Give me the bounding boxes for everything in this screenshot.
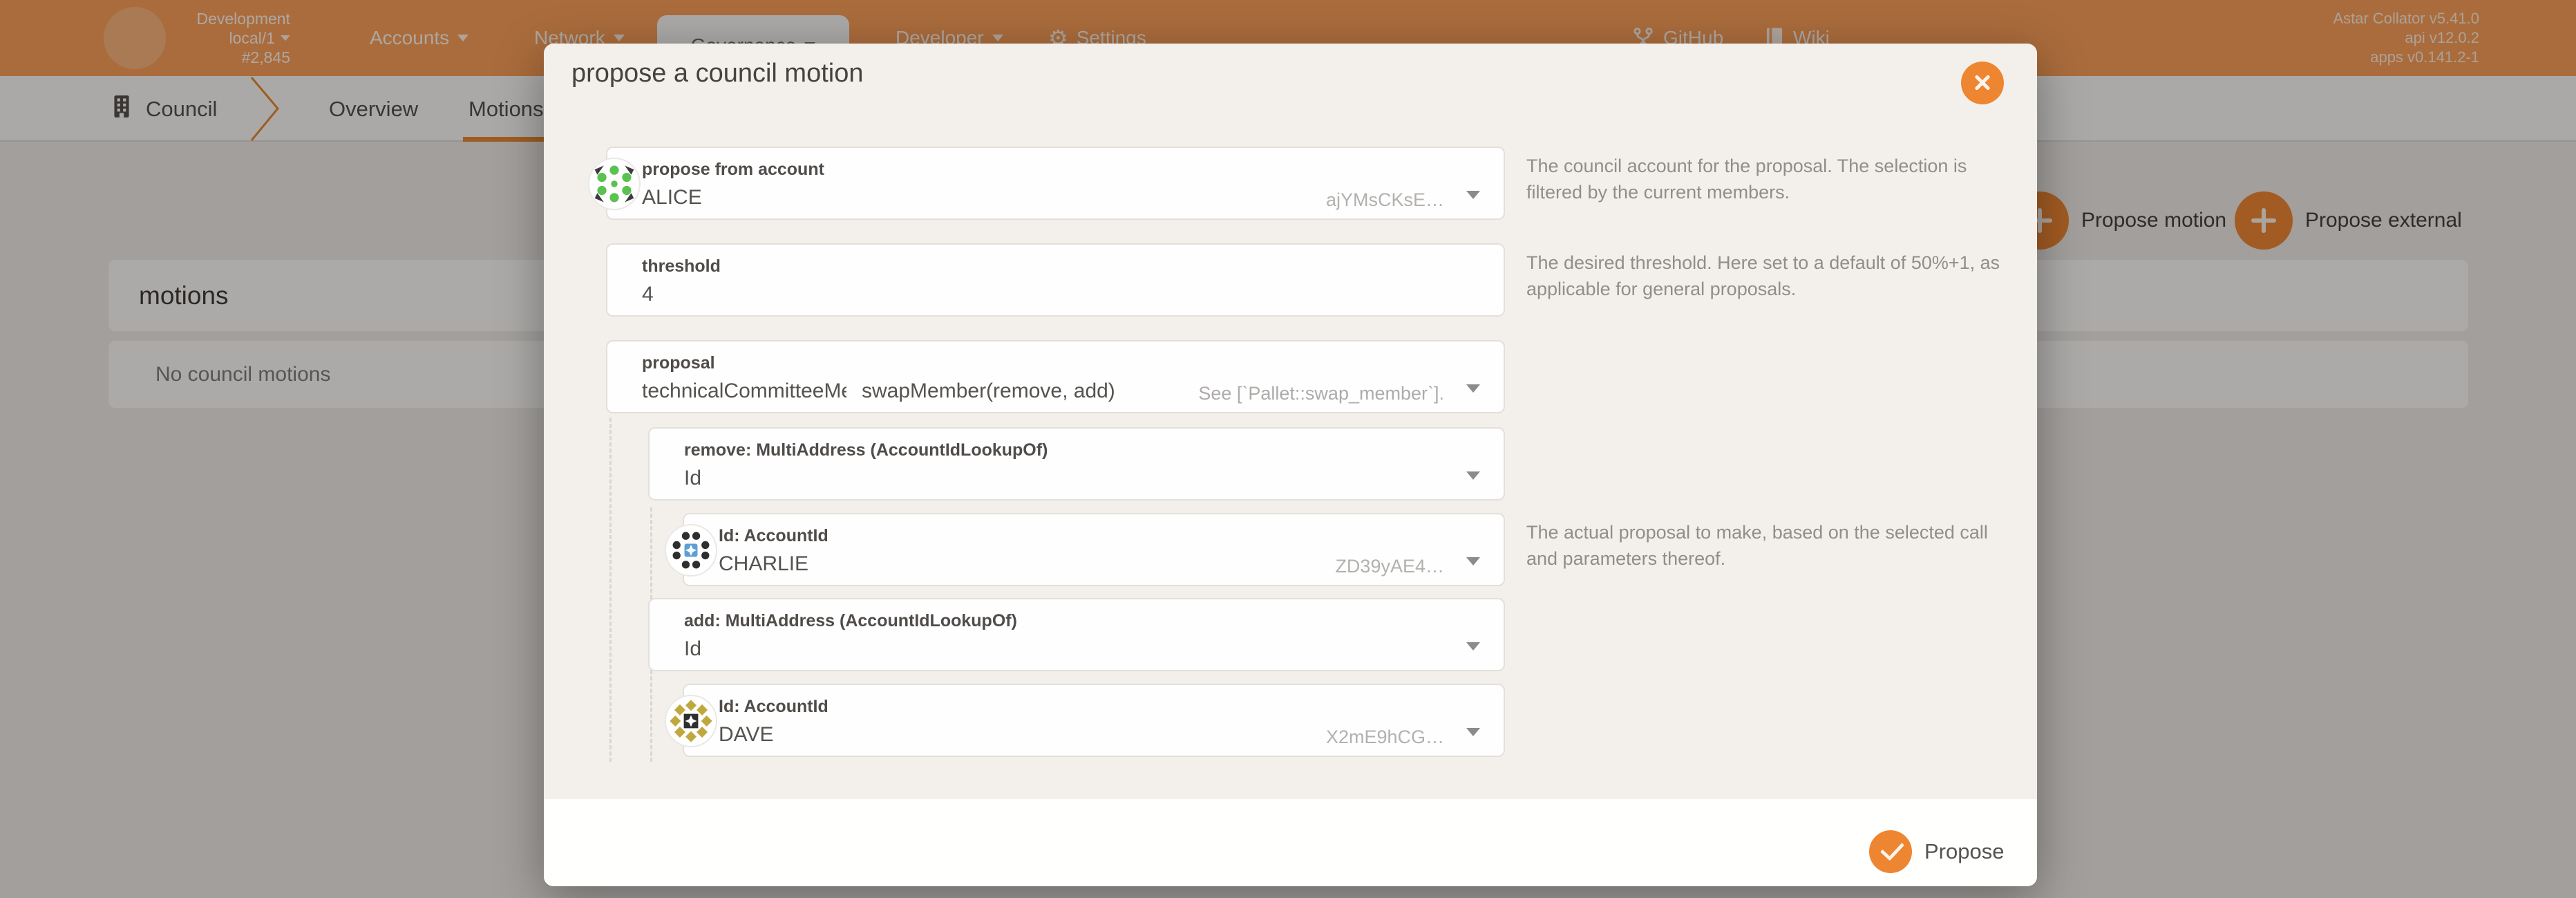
add-account-address: X2mE9hCG…	[1326, 727, 1444, 748]
add-id-field[interactable]: Id: AccountId DAVE X2mE9hCG…	[683, 684, 1505, 757]
indent-guide	[609, 418, 612, 762]
remove-type: Id	[684, 467, 701, 490]
remove-id-field[interactable]: Id: AccountId CHARLIE ZD39yAE4…	[683, 513, 1505, 586]
chevron-down-icon	[1466, 557, 1480, 565]
proposal-pallet-select[interactable]: technicalCommitteeMe	[642, 380, 846, 403]
remove-param-field[interactable]: remove: MultiAddress (AccountIdLookupOf)…	[648, 427, 1505, 501]
chevron-down-icon	[1466, 642, 1480, 651]
field-label: Id: AccountId	[719, 526, 828, 546]
add-type: Id	[684, 637, 701, 661]
propose-from-account-field[interactable]: propose from account ALICE ajYMsCKsE…	[606, 147, 1505, 220]
field-label: Id: AccountId	[719, 697, 828, 717]
help-threshold: The desired threshold. Here set to a def…	[1526, 250, 2014, 302]
threshold-value: 4	[642, 283, 654, 306]
remove-account-name: CHARLIE	[719, 552, 808, 576]
add-account-name: DAVE	[719, 723, 773, 747]
add-param-field[interactable]: add: MultiAddress (AccountIdLookupOf) Id	[648, 598, 1505, 671]
modal-footer	[544, 799, 2037, 886]
chevron-down-icon	[1466, 728, 1480, 736]
field-label: proposal	[642, 353, 715, 373]
account-address: ajYMsCKsE…	[1326, 189, 1444, 211]
chevron-down-icon	[1466, 191, 1480, 199]
close-button[interactable]	[1961, 62, 2004, 104]
identicon-alice[interactable]	[588, 158, 641, 210]
propose-submit-button[interactable]: Propose	[1869, 830, 2004, 873]
proposal-method-select[interactable]: swapMember(remove, add)	[862, 380, 1115, 403]
propose-council-motion-modal: propose a council motion propose from ac…	[544, 44, 2037, 886]
field-label: add: MultiAddress (AccountIdLookupOf)	[684, 611, 1017, 631]
field-label: propose from account	[642, 160, 824, 180]
remove-account-address: ZD39yAE4…	[1335, 556, 1444, 577]
field-label: threshold	[642, 256, 721, 277]
account-name: ALICE	[642, 186, 702, 209]
method-doc: See [`Pallet::swap_member`].	[1198, 383, 1444, 404]
identicon-dave[interactable]	[665, 695, 717, 747]
threshold-field[interactable]: threshold 4	[606, 243, 1505, 317]
help-account: The council account for the proposal. Th…	[1526, 153, 2014, 205]
identicon-charlie[interactable]	[665, 524, 717, 577]
help-proposal: The actual proposal to make, based on th…	[1526, 519, 2014, 572]
chevron-down-icon	[1466, 384, 1480, 393]
check-icon	[1869, 830, 1912, 873]
chevron-down-icon	[1466, 471, 1480, 480]
proposal-field[interactable]: proposal technicalCommitteeMe swapMember…	[606, 340, 1505, 413]
field-label: remove: MultiAddress (AccountIdLookupOf)	[684, 440, 1048, 460]
modal-title: propose a council motion	[571, 59, 863, 88]
